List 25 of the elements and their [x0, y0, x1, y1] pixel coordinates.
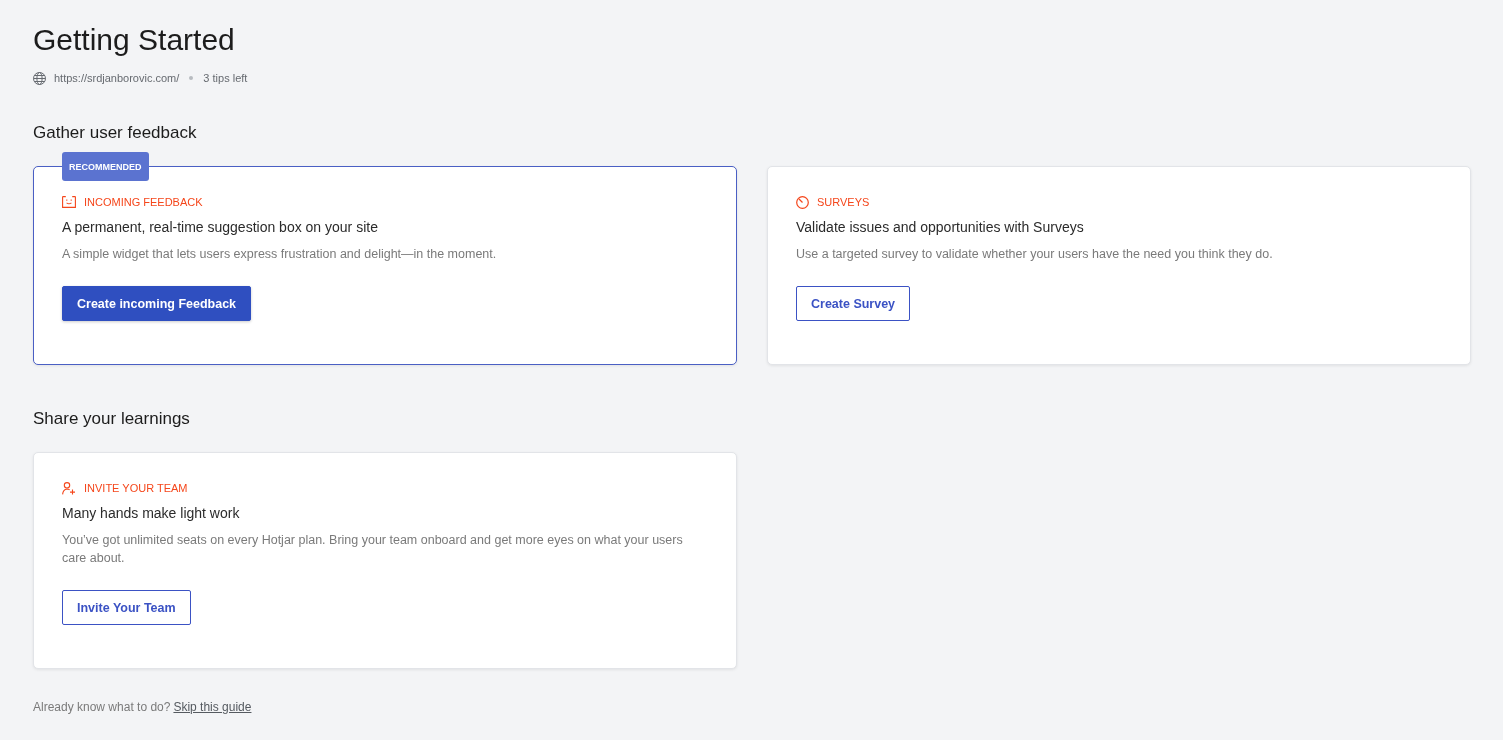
card-description: Use a targeted survey to validate whether your users have the need you think they do. [796, 246, 1274, 263]
separator-dot-icon [189, 76, 194, 80]
card-action-button[interactable]: Invite Your Team [62, 590, 191, 625]
card-category: INVITE YOUR TEAM [84, 481, 188, 495]
card-title: A permanent, real-time suggestion box on your site [62, 218, 379, 237]
card-title: Validate issues and opportunities with Surveys [796, 218, 1085, 237]
card-category: SURVEYS [817, 195, 870, 209]
card-action-button[interactable]: Create incoming Feedback [62, 286, 252, 321]
skip-guide-link[interactable]: Skip this guide [173, 700, 252, 714]
recommended-badge: RECOMMENDED [62, 152, 149, 181]
card-description: A simple widget that lets users express frustration and delight—in the moment. [62, 246, 498, 263]
skip-guide-text: Already know what to do? Skip this guide [33, 699, 253, 715]
add-person-icon [62, 481, 76, 495]
card-action-button[interactable]: Create Survey [796, 286, 911, 321]
tips-left-text: 3 tips left [203, 71, 248, 86]
page-title: Getting Started [33, 22, 236, 58]
smiley-box-icon [62, 196, 76, 208]
section-heading: Share your learnings [33, 408, 191, 430]
clock-icon [796, 195, 809, 209]
section-heading: Gather user feedback [33, 122, 198, 144]
card-description: You’ve got unlimited seats on every Hotjar plan. Bring your team onboard and get more eyes on what your users care about. [62, 532, 684, 567]
globe-icon [33, 71, 46, 85]
card-title: Many hands make light work [62, 504, 241, 523]
card-category: INCOMING FEEDBACK [84, 195, 203, 209]
site-url: https://srdjanborovic.com/ [54, 71, 180, 86]
